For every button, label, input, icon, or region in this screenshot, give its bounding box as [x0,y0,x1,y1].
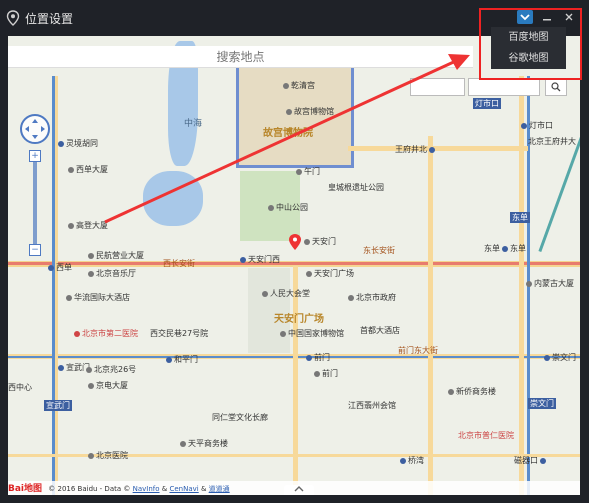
map-label: 天安门广场 [306,268,354,279]
metro-station-badge: 东单 [510,212,530,223]
map-label: 灵境胡同 [58,138,98,149]
map-label: 北京兆26号 [86,364,136,375]
map-label: 和平门 [166,354,198,365]
metro-line-1 [8,262,580,265]
map-label: 乾清宫 [283,80,315,91]
navinfo-link[interactable]: NavInfo [133,485,160,493]
map-label: 中国国家博物馆 [280,328,344,339]
metro-station-badge: 崇文门 [528,398,556,409]
map-label: 人民大会堂 [262,288,310,299]
map-label: 北京音乐厅 [88,268,136,279]
window-title: 位置设置 [25,12,74,26]
map-label: 新侨商务楼 [448,386,496,397]
map-label: 桥湾 [400,455,424,466]
baidu-logo: Bai地图 [8,484,43,494]
location-marker-icon[interactable] [289,234,301,250]
map-label: 北京市政府 [348,292,396,303]
map-label: 西长安街 [163,259,195,268]
metro-line-8 [538,110,580,252]
search-input[interactable] [8,46,473,68]
collapse-tab[interactable] [284,485,314,495]
map-label: 前门 [306,352,330,363]
map-label: 同仁堂文化长廊 [212,413,268,422]
metro-station-badge: 灯市口 [473,98,501,109]
map-label: 北京市第二医院 [74,328,138,339]
copyright-text: © 2016 Baidu - Data © [48,485,131,493]
map-label: 西交民巷27号院 [150,329,209,338]
search-bar [8,46,473,68]
end-location-input[interactable] [468,78,540,96]
zoom-out-button[interactable]: − [29,244,41,256]
map-label: 江西翡州会馆 [348,401,396,410]
cennavi-link[interactable]: CenNavi [169,485,198,493]
ampersand: & [200,485,207,493]
metro-line-4 [52,76,55,495]
annotation-highlight-box [479,8,582,80]
map-label: 天安门 [304,236,336,247]
map-label: 北京王府井大 [528,137,576,146]
map-label: 华流国际大酒店 [66,292,130,303]
location-settings-window: 位置设置 搜索地点 中海 故宫博物院 乾清宫 故宫博物馆 午门 皇城根遗址公园 … [0,0,589,503]
road [293,266,298,495]
metro-station-badge: 宣武门 [44,400,72,411]
road [348,146,528,151]
map-label: 崇文门 [544,352,576,363]
map-label: 北京医院 [88,450,128,461]
chevron-up-icon [294,486,304,492]
road [519,76,524,495]
map-label: 天安门广场 [274,314,324,325]
map-label: 前门东大街 [398,346,438,355]
daotong-link[interactable]: 道道通 [209,485,230,493]
map-label: 东长安街 [363,246,395,255]
map-view[interactable]: 中海 故宫博物院 乾清宫 故宫博物馆 午门 皇城根遗址公园 中山公园 天安门 天… [8,36,580,495]
map-label: 西单 [48,262,72,273]
road [428,136,433,495]
map-label: 内蒙古大厦 [526,278,574,289]
map-label: 首都大酒店 [360,326,400,335]
map-label: 天平商务楼 [180,438,228,449]
pan-arrows-icon [25,119,45,139]
map-label: 民航营业大厦 [88,250,144,261]
pan-control[interactable] [20,114,50,144]
map-label: 北京市普仁医院 [458,431,514,440]
map-label: 东单 东单 [484,244,526,253]
map-label: 中山公园 [268,202,308,213]
zoom-slider[interactable] [33,162,37,244]
map-label: 故宫博物院 [263,128,313,139]
nanhai-lake [143,171,203,226]
ampersand: & [161,485,168,493]
map-label: 灯市口 [521,120,553,131]
start-location-input[interactable] [410,78,465,96]
map-label: 王府井北 [395,144,437,155]
map-label: 皇城根遗址公园 [328,183,384,192]
map-label: 天安门西 [240,254,280,265]
map-search-button[interactable] [545,78,567,96]
location-pin-icon [6,10,20,26]
zoom-control: + − [29,150,41,258]
map-label: 高登大厦 [68,220,108,231]
map-label: 磁器口 [514,455,548,466]
map-label: 故宫博物馆 [286,106,334,117]
map-label: 前门 [314,368,338,379]
map-label: 中海 [184,119,203,129]
map-label: 京电大厦 [88,380,128,391]
map-label: 西单大厦 [68,164,108,175]
map-label: 午门 [296,166,320,177]
zoom-in-button[interactable]: + [29,150,41,162]
map-label: 西中心 [8,383,32,392]
search-icon [551,82,561,92]
